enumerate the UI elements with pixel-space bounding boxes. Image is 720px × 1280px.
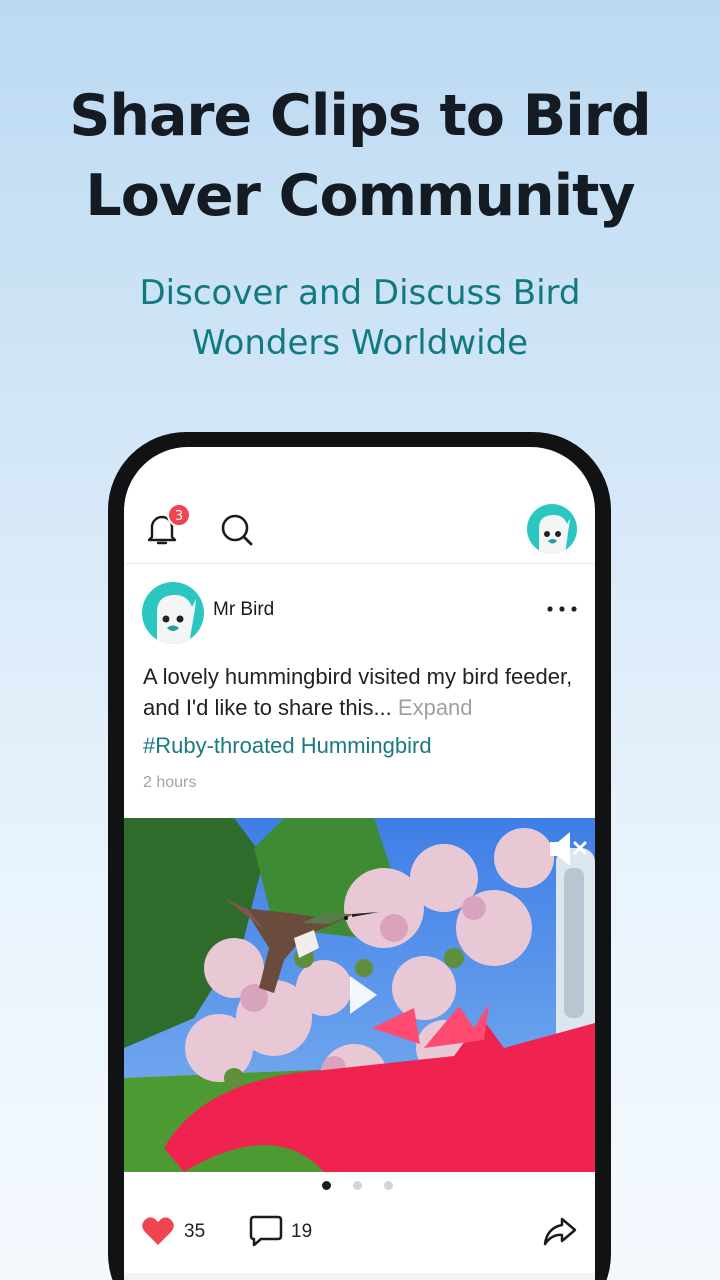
hummingbird-video-frame: [124, 818, 595, 1172]
comment-count: 19: [291, 1221, 313, 1242]
post-time: 2 hours: [143, 774, 197, 791]
carousel-dot[interactable]: [322, 1181, 331, 1190]
carousel-dot[interactable]: [353, 1181, 362, 1190]
headline-line-1: Share Clips to Bird: [69, 83, 651, 149]
comment-icon[interactable]: [249, 1214, 283, 1248]
heart-icon[interactable]: [141, 1215, 175, 1247]
headline-line-2: Lover Community: [85, 163, 635, 229]
more-options-icon[interactable]: [544, 597, 580, 621]
post-media[interactable]: [124, 818, 595, 1172]
like-count: 35: [184, 1221, 206, 1242]
subhead-line-2: Wonders Worldwide: [191, 323, 529, 363]
carousel-dot[interactable]: [384, 1181, 393, 1190]
promo-subhead: Discover and Discuss Bird Wonders Worldw…: [0, 268, 720, 368]
search-icon[interactable]: [220, 513, 254, 547]
phone-screen: 3 Mr Bird A lovely hummingbird visited m…: [124, 447, 595, 1280]
post-actions: 35 19: [124, 1207, 595, 1267]
expand-link[interactable]: Expand: [398, 695, 473, 720]
subhead-line-1: Discover and Discuss Bird: [139, 273, 581, 313]
promo-headline: Share Clips to Bird Lover Community: [0, 76, 720, 236]
post-author-name[interactable]: Mr Bird: [213, 599, 274, 621]
post-author-avatar[interactable]: [142, 582, 204, 644]
carousel-indicator: [322, 1181, 397, 1191]
notification-badge: 3: [167, 503, 191, 527]
profile-avatar[interactable]: [527, 504, 577, 554]
post-hashtag[interactable]: #Ruby-throated Hummingbird: [143, 733, 432, 759]
share-icon[interactable]: [542, 1215, 578, 1247]
next-post-preview: [124, 1273, 595, 1280]
post-caption-text: A lovely hummingbird visited my bird fee…: [143, 664, 573, 720]
post-caption: A lovely hummingbird visited my bird fee…: [143, 661, 583, 723]
top-bar: 3: [124, 447, 595, 564]
